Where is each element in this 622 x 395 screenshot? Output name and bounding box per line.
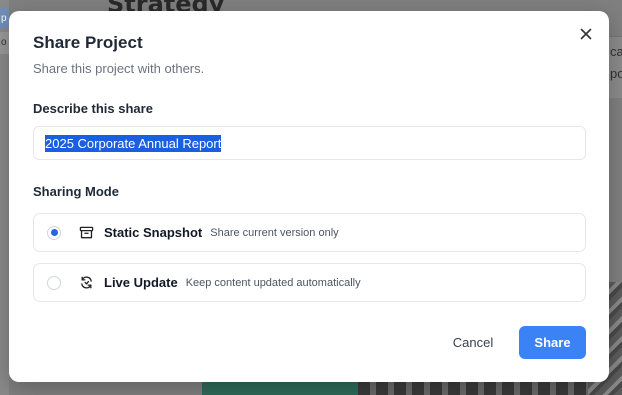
radio-static-snapshot[interactable] bbox=[47, 225, 61, 240]
radio-live-update[interactable] bbox=[47, 275, 61, 290]
option-live-update[interactable]: Live Update Keep content updated automat… bbox=[33, 263, 586, 302]
option-description: Keep content updated automatically bbox=[185, 276, 361, 289]
close-button[interactable] bbox=[577, 25, 595, 43]
describe-label: Describe this share bbox=[33, 101, 153, 116]
background-tab: p bbox=[0, 8, 9, 28]
background-box: o bbox=[0, 32, 9, 54]
archive-icon bbox=[78, 225, 94, 241]
background-sidebar bbox=[0, 0, 9, 395]
sharing-mode-label: Sharing Mode bbox=[33, 184, 119, 199]
sync-icon bbox=[78, 275, 94, 291]
option-static-snapshot[interactable]: Static Snapshot Share current version on… bbox=[33, 213, 586, 252]
describe-input[interactable]: 2025 Corporate Annual Report bbox=[33, 126, 586, 160]
background-text: cal bbox=[610, 44, 622, 59]
describe-input-value: 2025 Corporate Annual Report bbox=[45, 134, 222, 152]
option-name: Live Update bbox=[104, 275, 178, 290]
background-tab-text: p bbox=[1, 13, 7, 24]
background-text: po bbox=[610, 66, 622, 81]
option-description: Share current version only bbox=[210, 226, 339, 239]
cancel-button[interactable]: Cancel bbox=[441, 326, 505, 359]
share-button[interactable]: Share bbox=[519, 326, 586, 359]
dialog-subtitle: Share this project with others. bbox=[33, 61, 205, 76]
option-name: Static Snapshot bbox=[104, 225, 203, 240]
close-icon bbox=[580, 28, 592, 40]
share-project-dialog: Share Project Share this project with ot… bbox=[9, 11, 609, 382]
background-box-text: o bbox=[1, 37, 7, 48]
dialog-title: Share Project bbox=[33, 33, 143, 52]
